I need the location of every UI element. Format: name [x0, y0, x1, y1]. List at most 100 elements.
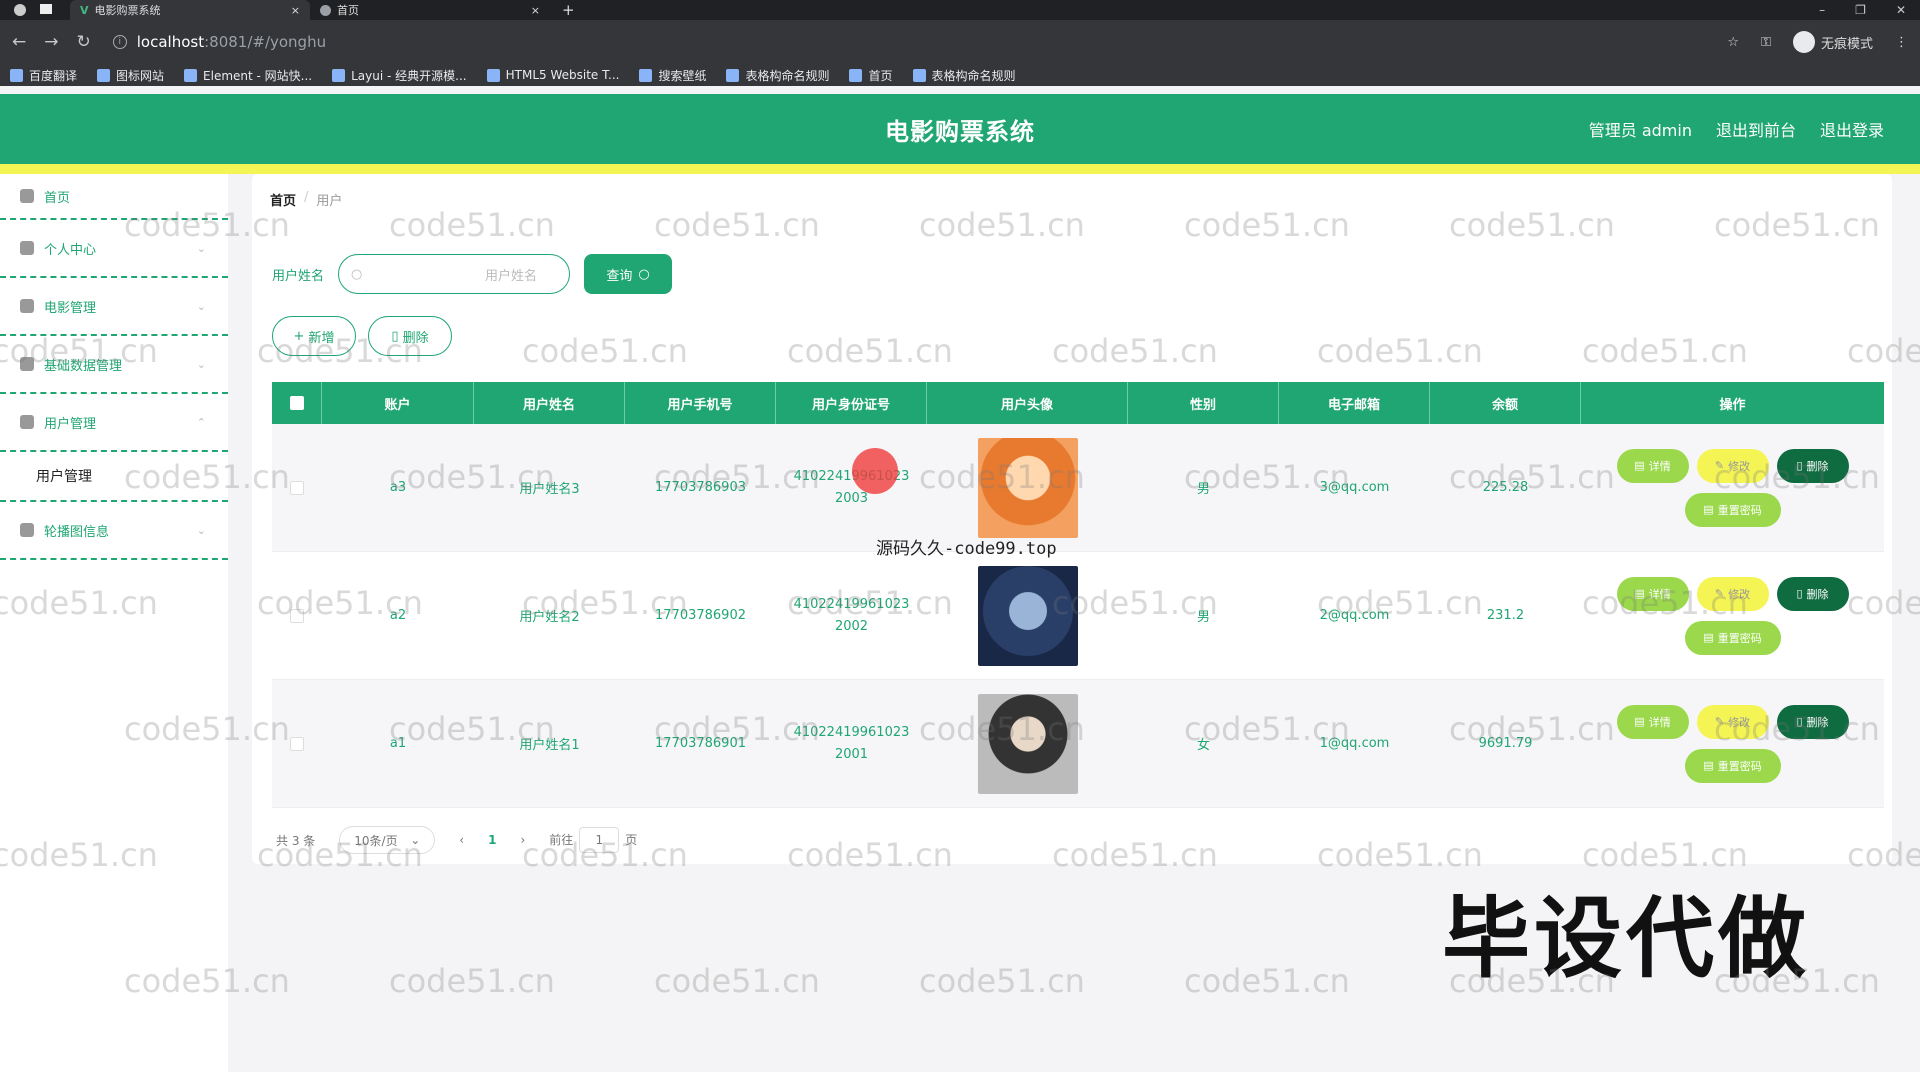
reset-password-button[interactable]: ▤ 重置密码 [1684, 620, 1781, 655]
bookmark-item[interactable]: 首页 [849, 67, 893, 84]
bookmark-item[interactable]: 图标网站 [97, 67, 164, 84]
sidebar-item-movies[interactable]: 电影管理 ⌄ [0, 278, 228, 336]
back-icon[interactable]: ← [12, 32, 26, 52]
incognito-indicator[interactable]: 无痕模式 [1792, 31, 1873, 53]
goto-page: 前往 1 页 [549, 827, 637, 853]
url-host: localhost [136, 33, 205, 51]
prev-page-button[interactable]: ‹ [459, 833, 464, 847]
row-checkbox[interactable] [290, 480, 304, 495]
close-window-icon[interactable]: ✕ [1896, 3, 1906, 17]
bookmarks-bar: 百度翻译 图标网站 Element - 网站快... Layui - 经典开源模… [0, 64, 1920, 86]
incognito-icon [1792, 31, 1815, 53]
logout-link[interactable]: 退出登录 [1820, 117, 1884, 141]
tab-movie-system[interactable]: V 电影购票系统 × [70, 0, 310, 20]
bookmark-item[interactable]: 表格构命名规则 [726, 67, 829, 84]
chevron-down-icon: ⌄ [196, 241, 206, 255]
edit-button[interactable]: ✎ 修改 [1696, 576, 1769, 611]
select-all-cell[interactable] [272, 382, 322, 424]
search-input[interactable]: ○ 用户姓名 [338, 254, 571, 294]
batch-delete-button[interactable]: ▯ 删除 [368, 316, 452, 356]
query-button[interactable]: 查询 ○ [584, 254, 673, 294]
cell-id-card: 410224199610232003 [793, 468, 910, 506]
mic-icon [20, 299, 34, 313]
user-avatar [977, 565, 1078, 666]
window-controls: – ❐ ✕ [1819, 3, 1920, 17]
sidebar-item-home[interactable]: 首页 [0, 174, 228, 220]
sidebar-item-users[interactable]: 用户管理 ⌃ [0, 394, 228, 452]
bookmark-item[interactable]: HTML5 Website T... [486, 68, 619, 82]
bookmark-icon [10, 68, 23, 82]
detail-button[interactable]: ▤ 详情 [1616, 704, 1689, 739]
search-icon: ○ [638, 266, 650, 282]
trash-icon: ▯ [391, 328, 399, 344]
back-to-front-link[interactable]: 退出到前台 [1716, 117, 1796, 141]
tab-home[interactable]: 首页 × [310, 0, 550, 20]
reset-password-button[interactable]: ▤ 重置密码 [1684, 492, 1781, 527]
tab-search-icon[interactable] [40, 4, 52, 14]
globe-icon [320, 4, 331, 16]
page-number[interactable]: 1 [488, 833, 496, 847]
tab-close-icon[interactable]: × [531, 4, 540, 17]
pencil-icon: ✎ [1714, 459, 1725, 472]
sidebar-item-carousel[interactable]: 轮播图信息 ⌄ [0, 502, 228, 560]
action-row: + 新增 ▯ 删除 [272, 316, 452, 356]
plus-icon: + [293, 328, 305, 344]
menu-dots-icon[interactable]: ⋮ [1895, 35, 1908, 50]
sidebar-item-basedata[interactable]: 基础数据管理 ⌄ [0, 336, 228, 394]
new-tab-button[interactable]: + [550, 1, 575, 19]
send-icon [20, 523, 34, 537]
promo-watermark: 毕设代做 [1441, 887, 1810, 990]
edit-button[interactable]: ✎ 修改 [1696, 448, 1769, 483]
delete-button[interactable]: ▯ 删除 [1776, 448, 1849, 483]
restore-icon[interactable]: ❐ [1855, 3, 1866, 17]
watermark-text: code51.cn [1184, 962, 1350, 1000]
app-title: 电影购票系统 [885, 117, 1035, 146]
reload-icon[interactable]: ↻ [77, 32, 91, 52]
col-header: 账户 [322, 382, 474, 424]
key-icon[interactable]: ⚿ [1761, 35, 1771, 50]
total-count: 共 3 条 [276, 833, 316, 848]
cell-account: a3 [389, 480, 407, 495]
star-icon[interactable]: ☆ [1727, 35, 1739, 50]
select-all-checkbox[interactable] [289, 396, 304, 410]
search-placeholder: 用户姓名 [485, 268, 538, 284]
chrome-icon[interactable] [14, 4, 26, 16]
url-field[interactable]: i localhost:8081/#/yonghu [112, 33, 1728, 51]
sidebar-item-personal[interactable]: 个人中心 ⌄ [0, 220, 228, 278]
nav-buttons: ← → ↻ [12, 32, 91, 52]
trash-icon: ▯ [1796, 715, 1803, 728]
col-header: 用户头像 [927, 382, 1128, 424]
delete-button[interactable]: ▯ 删除 [1776, 704, 1849, 739]
user-avatar [977, 437, 1078, 538]
minimize-icon[interactable]: – [1819, 3, 1825, 17]
row-checkbox[interactable] [290, 736, 304, 751]
bookmark-item[interactable]: 百度翻译 [10, 67, 77, 84]
user-icon [20, 241, 34, 255]
bookmark-icon [97, 68, 111, 82]
detail-button[interactable]: ▤ 详情 [1616, 576, 1689, 611]
tab-close-icon[interactable]: × [291, 4, 300, 17]
goto-page-input[interactable]: 1 [579, 827, 620, 853]
forward-icon[interactable]: → [44, 32, 58, 52]
next-page-button[interactable]: › [520, 833, 525, 847]
col-header: 用户身份证号 [776, 382, 927, 424]
detail-button[interactable]: ▤ 详情 [1616, 448, 1689, 483]
bookmark-item[interactable]: Element - 网站快... [184, 67, 312, 84]
incognito-label: 无痕模式 [1820, 36, 1873, 52]
row-checkbox[interactable] [290, 608, 304, 623]
edit-button[interactable]: ✎ 修改 [1696, 704, 1769, 739]
info-icon[interactable]: i [112, 35, 127, 49]
add-button[interactable]: + 新增 [272, 316, 356, 356]
breadcrumb-home[interactable]: 首页 [270, 190, 296, 209]
delete-button[interactable]: ▯ 删除 [1776, 576, 1849, 611]
col-header: 电子邮箱 [1279, 382, 1430, 424]
breadcrumb-current: 用户 [316, 194, 343, 209]
bookmark-item[interactable]: 表格构命名规则 [912, 67, 1016, 84]
bookmark-item[interactable]: 搜索壁纸 [639, 67, 706, 84]
sidebar-subitem-user-manage[interactable]: 用户管理 [0, 452, 228, 502]
reset-password-button[interactable]: ▤ 重置密码 [1684, 748, 1781, 783]
bookmark-item[interactable]: Layui - 经典开源模... [332, 67, 467, 84]
page-size-select[interactable]: 10条/页 ⌄ [339, 826, 436, 854]
cell-account: a1 [389, 736, 407, 751]
trash-icon: ▯ [1796, 459, 1803, 472]
